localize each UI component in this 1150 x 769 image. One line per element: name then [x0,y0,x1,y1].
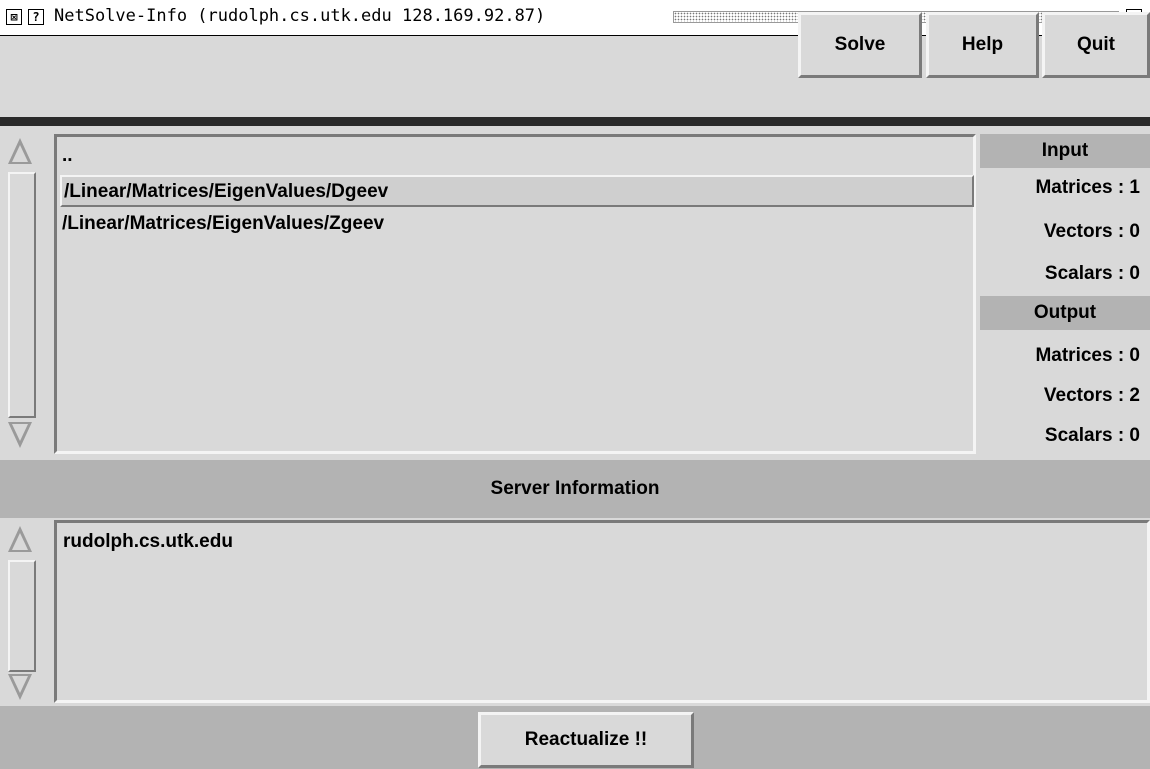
window-title: NetSolve-Info (rudolph.cs.utk.edu 128.16… [54,6,546,26]
output-vectors-count: Vectors : 2 [1043,385,1140,406]
problem-list-scrollbar[interactable] [0,134,38,454]
scrollbar-thumb[interactable] [8,560,36,672]
solve-button[interactable]: Solve [798,12,922,78]
scrollbar-thumb[interactable] [8,172,36,418]
output-matrices-count: Matrices : 0 [1035,345,1140,366]
scroll-up-arrow-icon[interactable] [8,526,32,552]
list-item-zgeev[interactable]: /Linear/Matrices/EigenValues/Zgeev [60,209,970,241]
server-list[interactable]: rudolph.cs.utk.edu [54,520,1150,703]
input-scalars-count: Scalars : 0 [1044,263,1140,284]
list-item-parent-dir[interactable]: .. [60,141,970,173]
reactualize-button[interactable]: Reactualize !! [478,712,694,768]
window-help-icon[interactable]: ? [28,9,44,25]
help-button[interactable]: Help [926,12,1039,78]
problem-list[interactable]: .. /Linear/Matrices/EigenValues/Dgeev /L… [54,134,976,454]
server-list-scrollbar[interactable] [0,520,38,703]
toolbar-separator [0,117,1150,126]
input-matrices-count: Matrices : 1 [1035,177,1140,198]
server-entry[interactable]: rudolph.cs.utk.edu [63,531,233,553]
server-information-label: Server Information [0,460,1150,518]
list-item-dgeev[interactable]: /Linear/Matrices/EigenValues/Dgeev [60,175,974,207]
window-close-icon[interactable]: ⊠ [6,9,22,25]
scroll-down-arrow-icon[interactable] [8,674,32,700]
output-header: Output [980,296,1150,330]
input-header: Input [980,134,1150,168]
output-scalars-count: Scalars : 0 [1044,425,1140,446]
quit-button[interactable]: Quit [1042,12,1150,78]
scroll-up-arrow-icon[interactable] [8,138,32,164]
input-vectors-count: Vectors : 0 [1043,221,1140,242]
scroll-down-arrow-icon[interactable] [8,422,32,448]
